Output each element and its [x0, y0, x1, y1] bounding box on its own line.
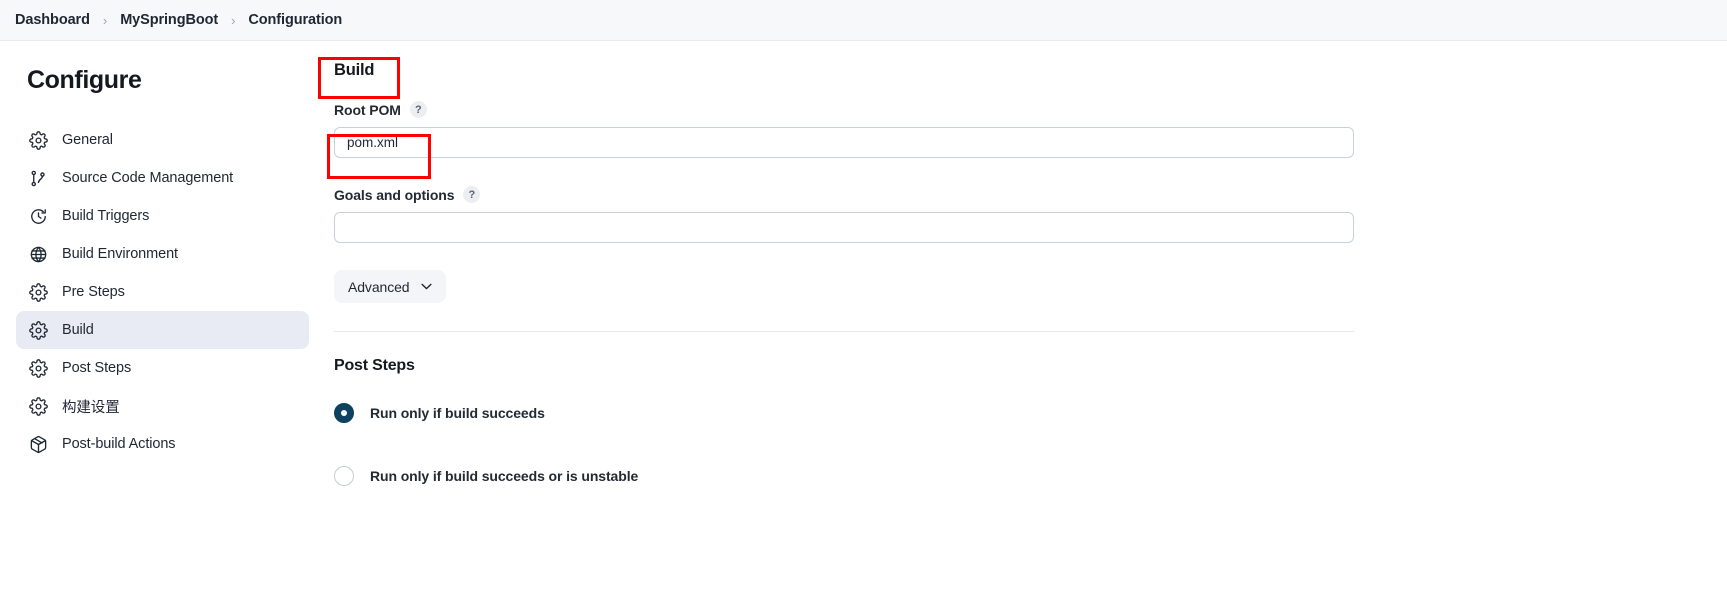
- breadcrumb-item-configuration[interactable]: Configuration: [248, 12, 342, 28]
- root-pom-input[interactable]: [334, 127, 1354, 158]
- root-pom-label-row: Root POM ?: [334, 101, 1354, 118]
- sidebar-item-label: Build Environment: [62, 246, 178, 262]
- page-title: Configure: [0, 45, 334, 95]
- radio-run-if-build-succeeds[interactable]: Run only if build succeeds: [334, 403, 545, 423]
- sidebar-item-label: Pre Steps: [62, 284, 125, 300]
- clock-icon: [28, 206, 48, 226]
- radio-indicator[interactable]: [334, 466, 354, 486]
- sidebar-item-label: General: [62, 132, 113, 148]
- sidebar-item-label: Source Code Management: [62, 170, 233, 186]
- sidebar-item-post-steps[interactable]: Post Steps: [16, 349, 309, 387]
- sidebar: Configure General: [0, 41, 334, 590]
- sidebar-nav: General Source Code Management: [0, 121, 334, 463]
- sidebar-item-source-code-management[interactable]: Source Code Management: [16, 159, 309, 197]
- gear-icon: [28, 282, 48, 302]
- main-content: Build Root POM ? Goals and options ? Adv…: [334, 41, 1727, 590]
- radio-indicator[interactable]: [334, 403, 354, 423]
- branch-icon: [28, 168, 48, 188]
- radio-label: Run only if build succeeds or is unstabl…: [370, 468, 638, 484]
- globe-icon: [28, 244, 48, 264]
- sidebar-item-general[interactable]: General: [16, 121, 309, 159]
- sidebar-item-build-settings-cn[interactable]: 构建设置: [16, 387, 309, 425]
- sidebar-item-build-environment[interactable]: Build Environment: [16, 235, 309, 273]
- advanced-button-label: Advanced: [348, 279, 409, 295]
- gear-icon: [28, 130, 48, 150]
- radio-run-if-build-succeeds-or-unstable[interactable]: Run only if build succeeds or is unstabl…: [334, 466, 638, 486]
- help-icon[interactable]: ?: [410, 101, 427, 118]
- sidebar-item-label: Build Triggers: [62, 208, 149, 224]
- section-title-build: Build: [334, 62, 374, 79]
- radio-label: Run only if build succeeds: [370, 405, 545, 421]
- package-icon: [28, 434, 48, 454]
- breadcrumb: Dashboard › MySpringBoot › Configuration: [0, 0, 1727, 41]
- breadcrumb-item-dashboard[interactable]: Dashboard: [15, 12, 90, 28]
- gear-icon: [28, 358, 48, 378]
- section-divider: [334, 331, 1354, 332]
- root-pom-field-group: Root POM ?: [334, 101, 1354, 158]
- breadcrumb-separator-icon: ›: [231, 14, 235, 27]
- sidebar-item-label: Post-build Actions: [62, 436, 175, 452]
- sidebar-item-label: Build: [62, 322, 94, 338]
- goals-label: Goals and options: [334, 187, 454, 203]
- sidebar-item-pre-steps[interactable]: Pre Steps: [16, 273, 309, 311]
- root-pom-label: Root POM: [334, 102, 401, 118]
- sidebar-item-build[interactable]: Build: [16, 311, 309, 349]
- chevron-down-icon: [421, 283, 432, 290]
- post-steps-heading: Post Steps: [334, 357, 415, 375]
- sidebar-item-post-build-actions[interactable]: Post-build Actions: [16, 425, 309, 463]
- goals-input[interactable]: [334, 212, 1354, 243]
- sidebar-item-label: Post Steps: [62, 360, 131, 376]
- gear-icon: [28, 320, 48, 340]
- goals-field-group: Goals and options ?: [334, 186, 1354, 243]
- breadcrumb-item-myspringboot[interactable]: MySpringBoot: [120, 12, 218, 28]
- goals-label-row: Goals and options ?: [334, 186, 1354, 203]
- advanced-button[interactable]: Advanced: [334, 270, 446, 303]
- page-body: Configure General: [0, 41, 1727, 590]
- breadcrumb-separator-icon: ›: [103, 14, 107, 27]
- sidebar-item-label: 构建设置: [62, 396, 120, 417]
- help-icon[interactable]: ?: [463, 186, 480, 203]
- gear-icon: [28, 396, 48, 416]
- sidebar-item-build-triggers[interactable]: Build Triggers: [16, 197, 309, 235]
